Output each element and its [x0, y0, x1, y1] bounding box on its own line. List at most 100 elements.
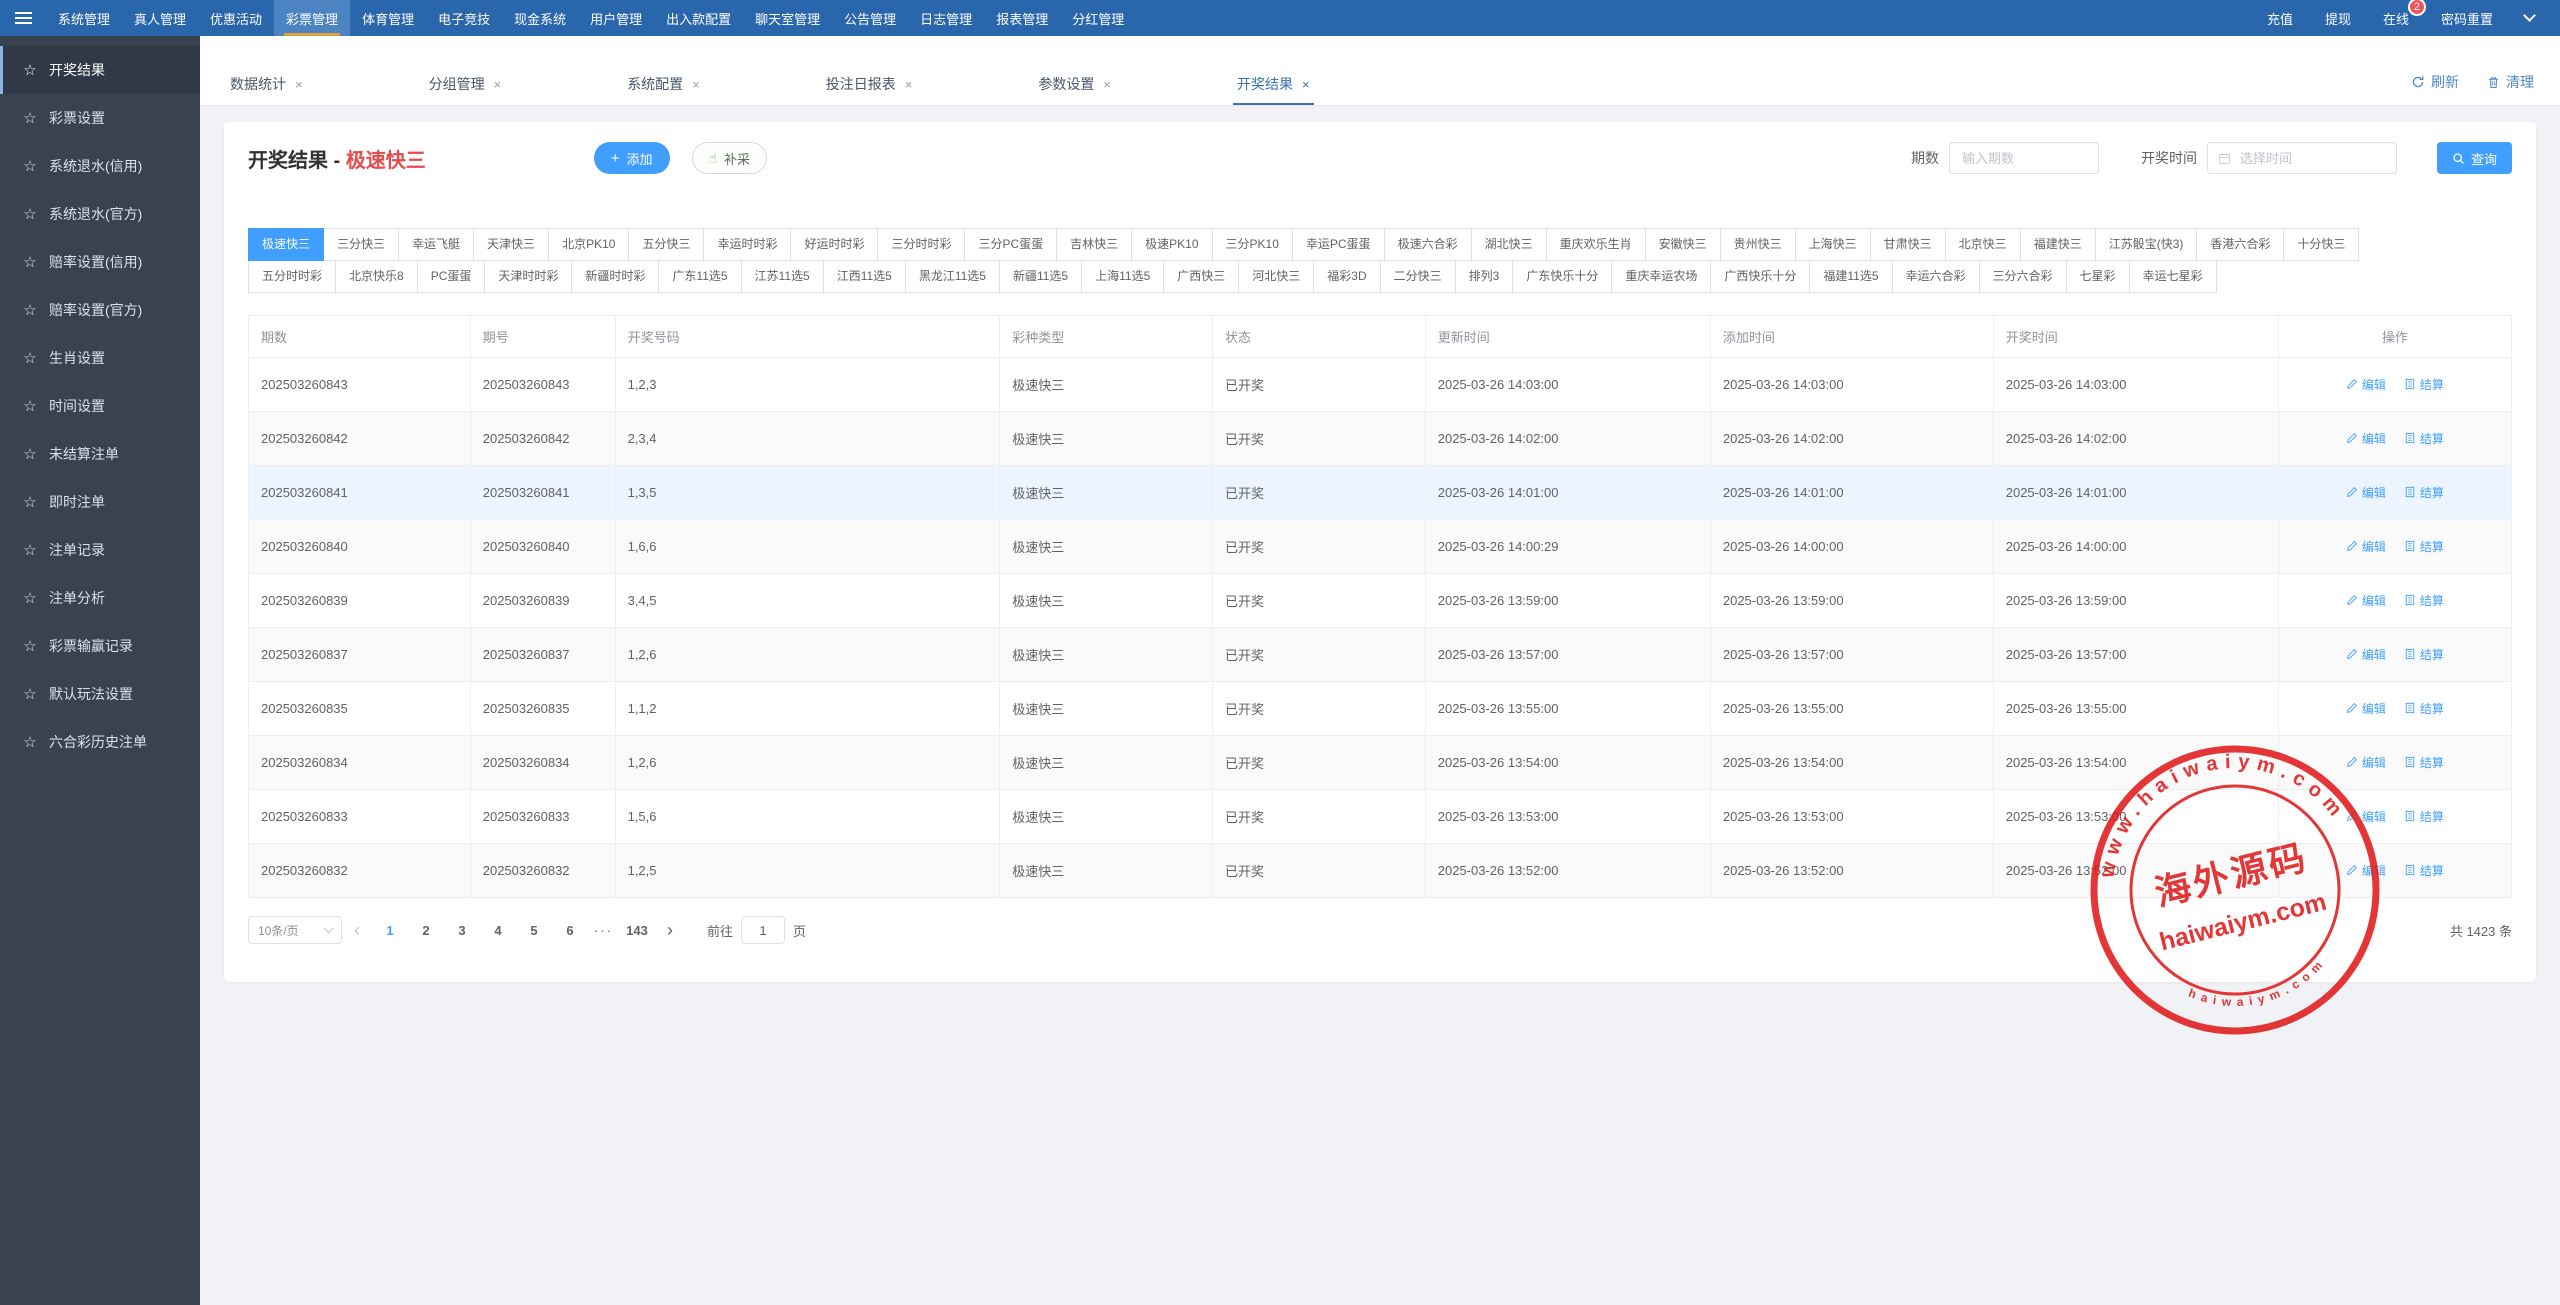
prev-page-button[interactable]: ‹: [354, 921, 360, 939]
sidebar-item[interactable]: ☆系统退水(信用): [0, 142, 200, 190]
sidebar-item[interactable]: ☆赔率设置(信用): [0, 238, 200, 286]
nav-item[interactable]: 现金系统: [502, 0, 578, 36]
lottery-tab[interactable]: 江苏骰宝(快3): [2095, 228, 2198, 261]
refresh-button[interactable]: 刷新: [2411, 72, 2459, 92]
page-number[interactable]: 3: [449, 923, 475, 938]
lottery-tab[interactable]: 极速六合彩: [1384, 228, 1472, 261]
lottery-tab[interactable]: 安徽快三: [1645, 228, 1721, 261]
edit-button[interactable]: 编辑: [2346, 754, 2386, 771]
lottery-tab[interactable]: 福建11选5: [1809, 260, 1892, 293]
lottery-tab[interactable]: 重庆欢乐生肖: [1546, 228, 1646, 261]
sidebar-item[interactable]: ☆彩票设置: [0, 94, 200, 142]
lottery-tab[interactable]: 三分PC蛋蛋: [964, 228, 1057, 261]
open-tab[interactable]: 数据统计×: [226, 65, 307, 105]
add-button[interactable]: + 添加: [594, 142, 670, 174]
online-link[interactable]: 在线 2: [2383, 9, 2409, 28]
clean-button[interactable]: 清理: [2487, 72, 2534, 92]
nav-item[interactable]: 分红管理: [1060, 0, 1136, 36]
lottery-tab[interactable]: 河北快三: [1238, 260, 1314, 293]
close-icon[interactable]: ×: [494, 77, 502, 92]
chevron-down-icon[interactable]: [2523, 9, 2536, 22]
edit-button[interactable]: 编辑: [2346, 700, 2386, 717]
time-input[interactable]: [2207, 142, 2397, 174]
nav-item[interactable]: 出入款配置: [654, 0, 743, 36]
lottery-tab[interactable]: 湖北快三: [1471, 228, 1547, 261]
lottery-tab[interactable]: 广西快三: [1163, 260, 1239, 293]
settle-button[interactable]: 结算: [2404, 700, 2444, 717]
withdraw-link[interactable]: 提现: [2325, 9, 2351, 28]
lottery-tab[interactable]: 广东11选5: [658, 260, 741, 293]
settle-button[interactable]: 结算: [2404, 376, 2444, 393]
lottery-tab[interactable]: 北京PK10: [548, 228, 629, 261]
sidebar-item[interactable]: ☆开奖结果: [0, 46, 200, 94]
menu-toggle-button[interactable]: [0, 0, 46, 36]
lottery-tab[interactable]: 江西11选5: [823, 260, 906, 293]
sidebar-item[interactable]: ☆生肖设置: [0, 334, 200, 382]
close-icon[interactable]: ×: [1302, 77, 1310, 92]
lottery-tab[interactable]: 福建快三: [2020, 228, 2096, 261]
settle-button[interactable]: 结算: [2404, 430, 2444, 447]
lottery-tab[interactable]: 上海快三: [1795, 228, 1871, 261]
sidebar-item[interactable]: ☆系统退水(官方): [0, 190, 200, 238]
edit-button[interactable]: 编辑: [2346, 430, 2386, 447]
lottery-tab[interactable]: 北京快乐8: [335, 260, 418, 293]
lottery-tab[interactable]: 天津时时彩: [484, 260, 572, 293]
edit-button[interactable]: 编辑: [2346, 646, 2386, 663]
nav-item[interactable]: 日志管理: [908, 0, 984, 36]
page-size-select[interactable]: 10条/页: [248, 916, 342, 944]
lottery-tab[interactable]: 香港六合彩: [2196, 228, 2284, 261]
lottery-tab[interactable]: 黑龙江11选5: [905, 260, 1000, 293]
lottery-tab[interactable]: 天津快三: [473, 228, 549, 261]
sidebar-item[interactable]: ☆注单分析: [0, 574, 200, 622]
lottery-tab[interactable]: 三分PK10: [1212, 228, 1293, 261]
lottery-tab[interactable]: 五分时时彩: [248, 260, 336, 293]
sidebar-item[interactable]: ☆彩票输赢记录: [0, 622, 200, 670]
nav-item[interactable]: 系统管理: [46, 0, 122, 36]
lottery-tab[interactable]: 三分六合彩: [1979, 260, 2067, 293]
lottery-tab[interactable]: 北京快三: [1945, 228, 2021, 261]
settle-button[interactable]: 结算: [2404, 592, 2444, 609]
edit-button[interactable]: 编辑: [2346, 808, 2386, 825]
open-tab[interactable]: 系统配置×: [623, 65, 704, 105]
settle-button[interactable]: 结算: [2404, 808, 2444, 825]
next-page-button[interactable]: ›: [667, 921, 673, 939]
close-icon[interactable]: ×: [905, 77, 913, 92]
lottery-tab[interactable]: 五分快三: [628, 228, 704, 261]
sidebar-item[interactable]: ☆赔率设置(官方): [0, 286, 200, 334]
lottery-tab[interactable]: 幸运六合彩: [1892, 260, 1980, 293]
page-number[interactable]: 143: [624, 923, 650, 938]
sidebar-item[interactable]: ☆注单记录: [0, 526, 200, 574]
page-number[interactable]: 1: [377, 923, 403, 938]
goto-page-input[interactable]: [741, 916, 785, 944]
lottery-tab[interactable]: 好运时时彩: [790, 228, 878, 261]
nav-item[interactable]: 彩票管理: [274, 0, 350, 36]
lottery-tab[interactable]: 三分时时彩: [877, 228, 965, 261]
settle-button[interactable]: 结算: [2404, 538, 2444, 555]
page-number[interactable]: 2: [413, 923, 439, 938]
open-tab[interactable]: 开奖结果×: [1233, 65, 1314, 105]
lottery-tab[interactable]: 幸运飞艇: [398, 228, 474, 261]
lottery-tab[interactable]: 重庆幸运农场: [1611, 260, 1711, 293]
lottery-tab[interactable]: 福彩3D: [1313, 260, 1380, 293]
search-button[interactable]: 查询: [2437, 142, 2512, 174]
page-number[interactable]: 4: [485, 923, 511, 938]
edit-button[interactable]: 编辑: [2346, 538, 2386, 555]
page-ellipsis[interactable]: ···: [594, 923, 613, 938]
recharge-link[interactable]: 充值: [2267, 9, 2293, 28]
edit-button[interactable]: 编辑: [2346, 862, 2386, 879]
open-tab[interactable]: 参数设置×: [1034, 65, 1115, 105]
time-input-field[interactable]: [2238, 150, 2386, 167]
nav-item[interactable]: 真人管理: [122, 0, 198, 36]
lottery-tab[interactable]: 幸运时时彩: [703, 228, 791, 261]
lottery-tab[interactable]: 七星彩: [2066, 260, 2130, 293]
sidebar-item[interactable]: ☆即时注单: [0, 478, 200, 526]
edit-button[interactable]: 编辑: [2346, 592, 2386, 609]
open-tab[interactable]: 分组管理×: [425, 65, 506, 105]
lottery-tab[interactable]: 三分快三: [323, 228, 399, 261]
lottery-tab[interactable]: 新疆时时彩: [571, 260, 659, 293]
nav-item[interactable]: 聊天室管理: [743, 0, 832, 36]
close-icon[interactable]: ×: [295, 77, 303, 92]
lottery-tab[interactable]: 贵州快三: [1720, 228, 1796, 261]
sidebar-item[interactable]: ☆六合彩历史注单: [0, 718, 200, 766]
lottery-tab[interactable]: 江苏11选5: [741, 260, 824, 293]
